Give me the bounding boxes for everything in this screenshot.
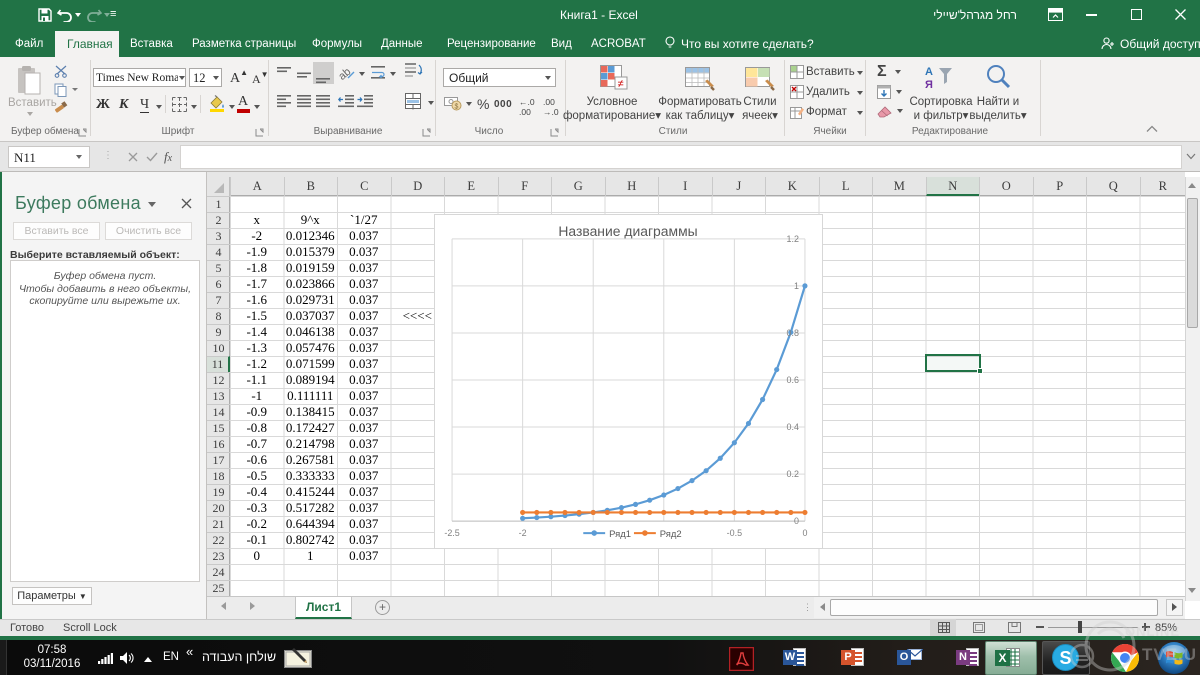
svg-text:0.8: 0.8 xyxy=(787,328,799,338)
svg-text:1: 1 xyxy=(794,281,799,291)
svg-text:$: $ xyxy=(455,104,459,111)
svg-text:0: 0 xyxy=(794,516,799,526)
svg-text:Я: Я xyxy=(925,79,933,90)
svg-text:-0.5: -0.5 xyxy=(727,528,742,538)
svg-text:Ряд2: Ряд2 xyxy=(660,529,682,540)
svg-text:А: А xyxy=(925,66,933,78)
svg-text:-2: -2 xyxy=(519,528,527,538)
svg-text:0.6: 0.6 xyxy=(787,375,799,385)
svg-text:1.2: 1.2 xyxy=(787,234,799,244)
svg-text:TVE.U: TVE.U xyxy=(1142,645,1197,664)
svg-text:Ряд1: Ряд1 xyxy=(609,529,631,540)
svg-text:≠: ≠ xyxy=(618,78,624,90)
svg-text:Название диаграммы: Название диаграммы xyxy=(558,223,697,239)
svg-text:ab: ab xyxy=(339,66,353,81)
svg-text:0.2: 0.2 xyxy=(787,469,799,479)
svg-text:0.4: 0.4 xyxy=(787,422,799,432)
svg-text:0: 0 xyxy=(802,528,807,538)
svg-text:-2.5: -2.5 xyxy=(444,528,459,538)
svg-text:ONLINE: ONLINE xyxy=(1125,624,1180,639)
